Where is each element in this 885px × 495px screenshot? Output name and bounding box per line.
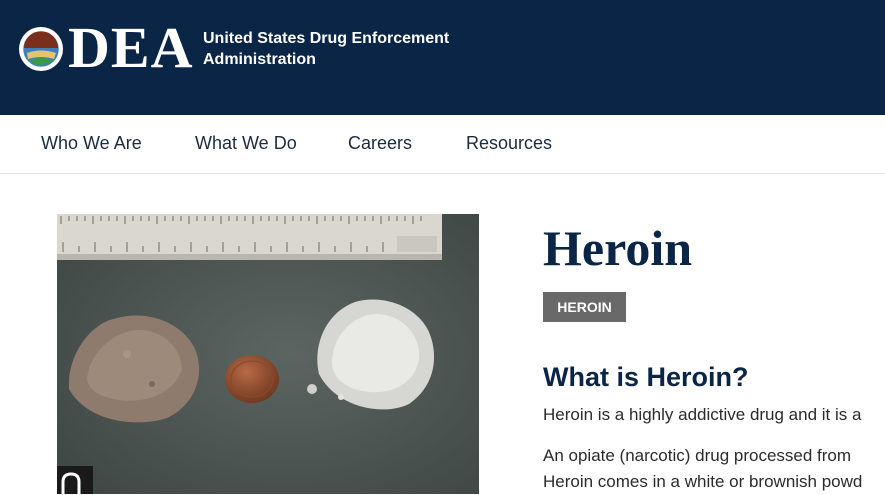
site-header: DEA United States Drug Enforcement Admin… bbox=[0, 0, 885, 115]
section-heading: What is Heroin? bbox=[543, 362, 749, 392]
heroin-tag[interactable]: HEROIN bbox=[543, 292, 626, 322]
agency-name-line1: United States Drug Enforcement bbox=[203, 30, 450, 47]
nav-who-we-are[interactable]: Who We Are bbox=[41, 133, 142, 154]
agency-name-line2: Administration bbox=[203, 51, 316, 68]
penny-coin-icon bbox=[225, 355, 279, 403]
agency-name: United States Drug Enforcement Administr… bbox=[203, 28, 463, 70]
main-nav: Who We Are What We Do Careers Resources bbox=[0, 115, 885, 174]
page-title: Heroin bbox=[543, 220, 693, 276]
ruler-icon bbox=[57, 214, 442, 260]
dea-logo[interactable]: DEA bbox=[68, 16, 193, 80]
paragraph-2-line1: An opiate (narcotic) drug processed from bbox=[543, 446, 852, 465]
nav-what-we-do[interactable]: What We Do bbox=[195, 133, 297, 154]
heroin-photo bbox=[57, 214, 479, 494]
nav-careers[interactable]: Careers bbox=[348, 133, 412, 154]
nav-resources[interactable]: Resources bbox=[466, 133, 552, 154]
dea-seal-icon[interactable] bbox=[18, 26, 64, 72]
paragraph-2-line2: Heroin comes in a white or brownish powd bbox=[543, 472, 863, 491]
paragraph-1: Heroin is a highly addictive drug and it… bbox=[543, 405, 862, 424]
